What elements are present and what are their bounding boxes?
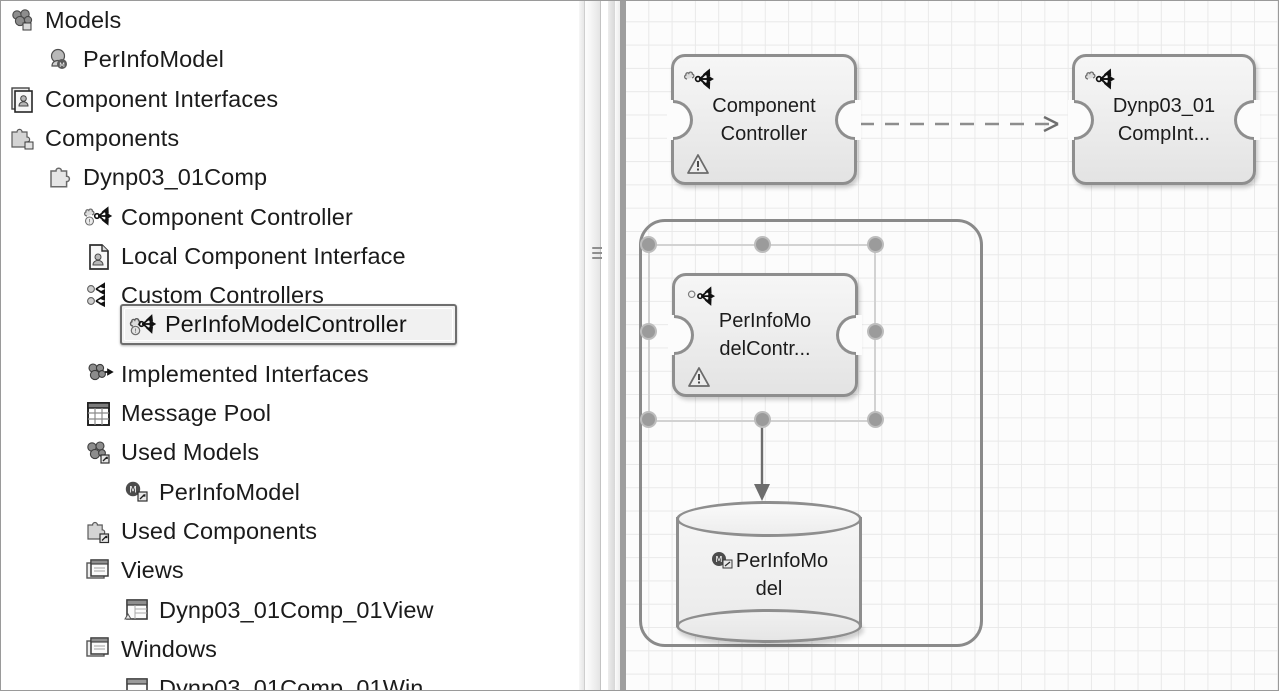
node-title-line1: Dynp03_01 — [1112, 94, 1216, 117]
node-title-line1: PerInfoMo — [718, 310, 812, 332]
used-models-icon — [84, 438, 114, 468]
sidebar-item-dynp03-01comp[interactable]: Dynp03_01Comp — [2, 158, 580, 197]
local-interface-icon — [84, 241, 114, 271]
controller-icon: ! — [84, 202, 114, 232]
custom-controllers-icon — [84, 281, 114, 311]
splitter-bar[interactable] — [584, 1, 605, 690]
project-explorer-tree[interactable]: Models M PerInfoModel Component Interfaces C… — [2, 1, 580, 691]
datastore-title-line1: PerInfoMo — [735, 550, 829, 572]
sidebar-item-used-models[interactable]: Used Models — [2, 433, 580, 472]
component-interface-icon — [8, 84, 38, 114]
sidebar-item-label: Windows — [121, 635, 218, 662]
dev-studio-window: Models M PerInfoModel Component Interfaces C… — [0, 0, 1279, 691]
resize-handle-e[interactable] — [867, 323, 884, 340]
sidebar-item-label: PerInfoModel — [83, 46, 224, 73]
sidebar-item-label: Used Models — [121, 439, 260, 466]
used-model-ref-icon: M — [122, 477, 152, 507]
component-icon — [46, 163, 76, 193]
node-title-line1: Component — [712, 94, 816, 117]
resize-handle-w[interactable] — [640, 323, 657, 340]
sidebar-item-perinfomodel[interactable]: M PerInfoModel — [2, 473, 580, 512]
sidebar-item-label: Models — [45, 7, 122, 34]
sidebar-item-dynp03-01comp-01view[interactable]: Dynp03_01Comp_01View — [2, 590, 580, 629]
sidebar-item-label: Component Interfaces — [45, 85, 279, 112]
node-title-line2: delContr... — [719, 338, 811, 360]
warning-icon — [686, 152, 710, 176]
node-title: Component Controller — [674, 92, 854, 148]
sidebar-item-label: Components — [45, 125, 180, 152]
sidebar-item-label: Dynp03_01Comp — [83, 164, 268, 191]
sidebar-item-used-components[interactable]: Used Components — [2, 512, 580, 551]
sidebar-item-perinfomodelcontroller[interactable]: ! PerInfoModelController — [120, 304, 457, 345]
resize-handle-sw[interactable] — [640, 411, 657, 428]
sidebar-item-label: Dynp03_01Comp_01Win — [159, 675, 424, 691]
sidebar-item-message-pool[interactable]: Message Pool — [2, 394, 580, 433]
models-icon — [8, 6, 38, 36]
window-icon — [122, 674, 152, 690]
resize-handle-se[interactable] — [867, 411, 884, 428]
sidebar-item-implemented-interfaces[interactable]: Implemented Interfaces — [2, 355, 580, 394]
node-title: PerInfoMo delContr... — [675, 307, 855, 363]
svg-text:M: M — [715, 555, 722, 564]
node-perinfomodel-datastore[interactable]: M PerInfoMo del — [676, 501, 862, 644]
sidebar-item-label: Message Pool — [121, 400, 272, 427]
sidebar-item-label: Component Controller — [121, 203, 353, 230]
used-model-ref-icon: M — [710, 550, 736, 570]
svg-text:M: M — [129, 486, 136, 496]
sidebar-item-label: Views — [121, 557, 184, 584]
sidebar-item-models[interactable]: Models — [2, 1, 580, 40]
datastore-title-line2: del — [755, 578, 783, 600]
resize-handle-ne[interactable] — [867, 236, 884, 253]
controller-icon: ! — [128, 310, 158, 340]
warning-icon — [687, 365, 711, 389]
sidebar-item-component-interfaces[interactable]: Component Interfaces — [2, 80, 580, 119]
controller-icon — [683, 65, 716, 95]
sidebar-item-label: Used Components — [121, 518, 318, 544]
node-title-line2: Controller — [720, 122, 808, 145]
views-icon — [84, 556, 114, 586]
node-component-controller[interactable]: Component Controller — [667, 54, 861, 185]
components-icon — [8, 124, 38, 154]
usage-connector-arrowhead — [1043, 115, 1059, 133]
model-icon: M — [46, 45, 76, 75]
resize-handle-n[interactable] — [754, 236, 771, 253]
message-pool-icon — [84, 399, 114, 429]
sidebar-item-local-component-interface[interactable]: Local Component Interface — [2, 237, 580, 276]
sidebar-item-views[interactable]: Views — [2, 551, 580, 590]
implemented-interfaces-icon — [84, 359, 114, 389]
scrollbar-track[interactable] — [608, 1, 615, 690]
sidebar-item-label: Local Component Interface — [121, 242, 406, 269]
node-dynp03-01-compint[interactable]: Dynp03_01 CompInt... — [1068, 54, 1260, 185]
sidebar-item-dynp03-01comp-01win[interactable]: Dynp03_01Comp_01Win — [2, 669, 580, 691]
resize-handle-s[interactable] — [754, 411, 771, 428]
sidebar-item-label: PerInfoModelController — [165, 311, 407, 337]
svg-text:!: ! — [88, 219, 90, 226]
sidebar-item-components[interactable]: Components — [2, 119, 580, 158]
used-components-icon — [84, 517, 114, 547]
resize-handle-nw[interactable] — [640, 236, 657, 253]
controller-icon — [1084, 65, 1117, 95]
component-diagram-canvas[interactable]: Component Controller Dynp03_01 CompInt..… — [626, 1, 1278, 690]
windows-icon — [84, 634, 114, 664]
sidebar-item-label: PerInfoModel — [159, 478, 300, 505]
datastore-label: M PerInfoMo del — [676, 547, 862, 603]
view-icon — [122, 595, 152, 625]
sidebar-item-perinfomodel[interactable]: M PerInfoModel — [2, 40, 580, 79]
node-title-line2: CompInt... — [1117, 122, 1211, 145]
svg-text:M: M — [59, 61, 65, 69]
node-title: Dynp03_01 CompInt... — [1075, 92, 1253, 148]
node-perinfomodelcontroller[interactable]: PerInfoMo delContr... — [668, 273, 862, 397]
svg-text:!: ! — [134, 328, 136, 335]
sidebar-item-label: Dynp03_01Comp_01View — [159, 596, 434, 623]
panel-splitter[interactable] — [579, 1, 626, 690]
sidebar-item-component-controller[interactable]: ! Component Controller — [2, 197, 580, 236]
sidebar-item-windows[interactable]: Windows — [2, 630, 580, 669]
sidebar-item-label: Implemented Interfaces — [121, 360, 369, 387]
